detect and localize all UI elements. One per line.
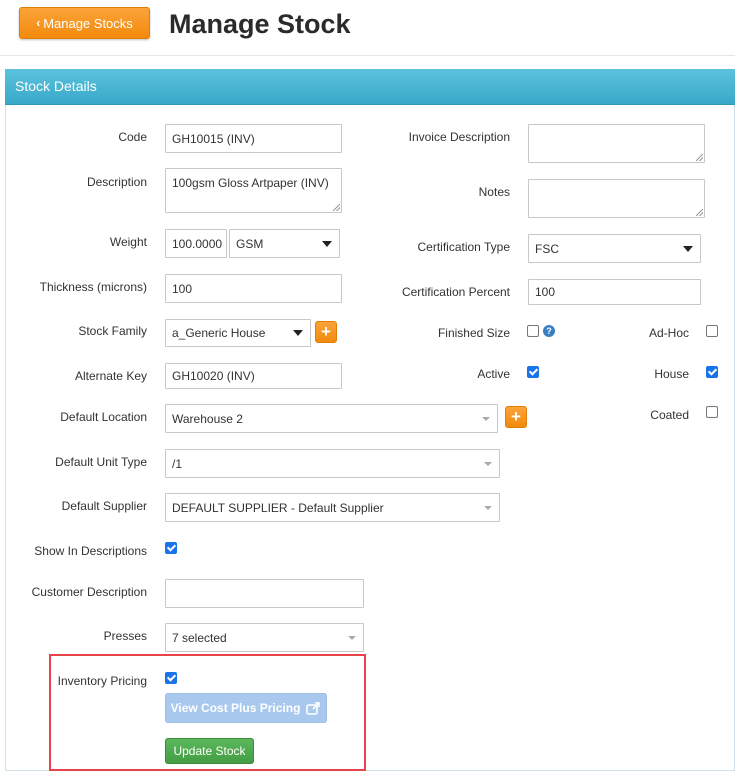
code-label: Code — [118, 130, 147, 144]
presses-value: 7 selected — [172, 630, 227, 645]
customer-description-input[interactable] — [165, 579, 364, 608]
thickness-label: Thickness (microns) — [39, 280, 147, 294]
add-location-button[interactable]: + — [505, 406, 527, 428]
page-title: Manage Stock — [169, 9, 351, 39]
certification-percent-input[interactable]: 100 — [528, 279, 701, 305]
active-label: Active — [477, 367, 510, 381]
description-textarea[interactable]: 100gsm Gloss Artpaper (INV) — [165, 168, 342, 213]
presses-multiselect[interactable]: 7 selected — [165, 623, 364, 652]
default-location-select[interactable]: Warehouse 2 — [165, 404, 498, 433]
show-in-descriptions-label: Show In Descriptions — [34, 544, 147, 558]
thickness-input[interactable]: 100 — [165, 274, 342, 303]
house-checkbox[interactable] — [706, 366, 718, 378]
default-supplier-label: Default Supplier — [61, 499, 147, 513]
weight-unit-select[interactable]: GSM — [229, 229, 340, 258]
invoice-description-label: Invoice Description — [408, 130, 510, 144]
notes-textarea[interactable] — [528, 179, 705, 218]
chevron-down-icon — [484, 505, 492, 510]
chevron-down-icon — [322, 240, 332, 247]
chevron-down-icon — [683, 245, 693, 252]
stock-family-select[interactable]: a_Generic House — [165, 319, 311, 347]
resize-handle-icon[interactable] — [333, 204, 340, 211]
coated-checkbox[interactable] — [706, 406, 718, 418]
certification-type-value: FSC — [535, 241, 559, 256]
description-value: 100gsm Gloss Artpaper (INV) — [172, 176, 329, 190]
header-divider — [0, 55, 735, 56]
invoice-description-textarea[interactable] — [528, 124, 705, 163]
chevron-down-icon — [348, 635, 356, 640]
active-checkbox[interactable] — [527, 366, 539, 378]
help-icon[interactable]: ? — [543, 325, 555, 337]
highlight-box — [49, 654, 366, 771]
resize-handle-icon[interactable] — [696, 154, 703, 161]
finished-size-checkbox[interactable] — [527, 325, 539, 337]
chevron-down-icon — [293, 330, 303, 336]
default-supplier-value: DEFAULT SUPPLIER - Default Supplier — [172, 500, 384, 515]
back-button-label: Manage Stocks — [43, 15, 133, 31]
weight-input[interactable]: 100.0000 — [165, 229, 227, 258]
certification-type-label: Certification Type — [417, 240, 511, 254]
ad-hoc-label: Ad-Hoc — [648, 326, 689, 340]
weight-unit-value: GSM — [236, 236, 264, 251]
stock-family-label: Stock Family — [78, 324, 147, 338]
stock-family-value: a_Generic House — [172, 326, 266, 340]
manage-stocks-back-button[interactable]: ‹ Manage Stocks — [19, 7, 150, 39]
chevron-down-icon — [482, 416, 490, 421]
default-location-value: Warehouse 2 — [172, 411, 243, 426]
presses-label: Presses — [103, 629, 147, 643]
alternate-key-label: Alternate Key — [74, 369, 147, 383]
default-unit-type-label: Default Unit Type — [55, 455, 147, 469]
default-unit-type-select[interactable]: /1 — [165, 449, 500, 478]
coated-label: Coated — [650, 408, 689, 422]
alternate-key-input[interactable]: GH10020 (INV) — [165, 363, 342, 389]
customer-description-label: Customer Description — [31, 585, 147, 599]
show-in-descriptions-checkbox[interactable] — [165, 542, 177, 554]
finished-size-label: Finished Size — [437, 326, 510, 340]
ad-hoc-checkbox[interactable] — [706, 325, 718, 337]
house-label: House — [654, 367, 689, 381]
code-input[interactable]: GH10015 (INV) — [165, 124, 342, 153]
default-location-label: Default Location — [60, 410, 147, 424]
certification-percent-label: Certification Percent — [401, 285, 510, 299]
resize-handle-icon[interactable] — [696, 209, 703, 216]
panel-title: Stock Details — [5, 69, 735, 105]
chevron-down-icon — [484, 461, 492, 466]
default-supplier-select[interactable]: DEFAULT SUPPLIER - Default Supplier — [165, 493, 500, 522]
add-stock-family-button[interactable]: + — [315, 321, 337, 343]
default-unit-type-value: /1 — [172, 456, 183, 471]
weight-label: Weight — [109, 235, 147, 249]
notes-label: Notes — [478, 185, 510, 199]
description-label: Description — [86, 175, 147, 189]
certification-type-select[interactable]: FSC — [528, 234, 701, 263]
chevron-left-icon: ‹ — [36, 16, 41, 30]
